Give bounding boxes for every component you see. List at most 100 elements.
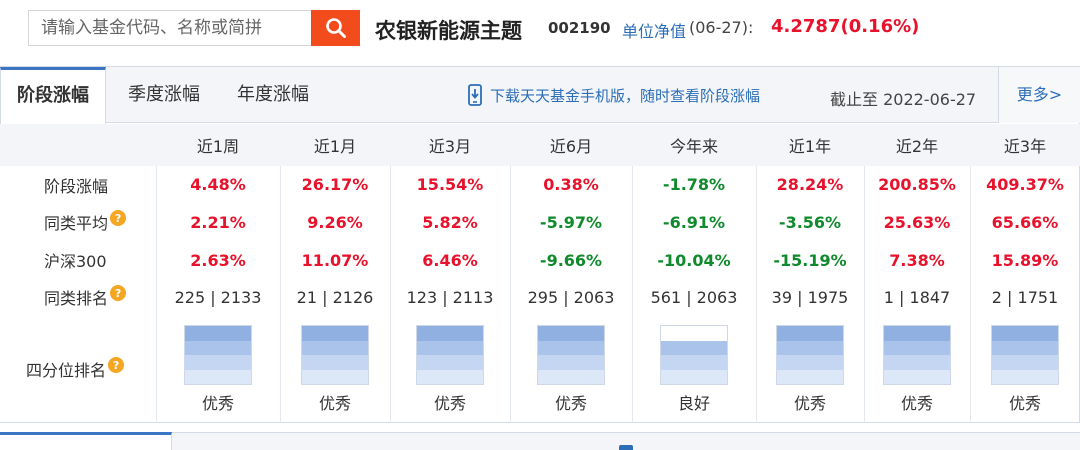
quartile-segment	[417, 355, 483, 370]
return-cell: 15.54%	[416, 175, 484, 194]
rank-cell: 39 | 1975	[771, 287, 849, 307]
column-header: 今年来	[669, 137, 718, 156]
quartile-segment	[302, 340, 368, 355]
nav-change: (0.16%)	[840, 16, 920, 37]
question-icon[interactable]: ?	[108, 357, 125, 373]
quartile-label: 优秀	[201, 394, 234, 413]
quartile-segment	[884, 369, 950, 384]
quartile-bar	[660, 325, 728, 385]
return-cell: 28.24%	[776, 175, 844, 194]
quartile-segment	[185, 369, 251, 384]
return-cell: -3.56%	[778, 212, 842, 232]
fund-code: 002190	[548, 19, 611, 37]
rank-cell: 225 | 2133	[174, 287, 262, 307]
more-link[interactable]: 更多>	[998, 67, 1080, 123]
return-cell: 11.07%	[301, 250, 369, 270]
quartile-label: 优秀	[554, 394, 587, 413]
deadline-date: 截止至 2022-06-27	[830, 90, 977, 109]
quartile-segment	[777, 355, 843, 370]
row-label-text: 同类排名	[44, 289, 109, 308]
rank-cell: 561 | 2063	[650, 287, 738, 307]
tab-bar: 阶段涨幅 季度涨幅 年度涨幅 下载天天基金手机版，随时查看阶段涨幅 截止至 20…	[0, 67, 1080, 124]
row-label: 阶段涨幅	[0, 166, 156, 203]
column-header: 近3年	[1003, 137, 1047, 156]
return-cell: 409.37%	[986, 175, 1064, 194]
table-row: 同类平均? 2.21% 9.26% 5.82% -5.97% -6.91% -3.56% 25…	[0, 203, 1080, 241]
tab-stage-return[interactable]: 阶段涨幅	[0, 67, 106, 124]
quartile-segment	[417, 326, 483, 341]
return-cell: 7.38%	[889, 250, 945, 270]
search-button[interactable]	[311, 10, 360, 46]
next-panel-active-tab[interactable]	[0, 432, 172, 450]
quartile-label: 优秀	[433, 394, 466, 413]
return-cell: -9.66%	[539, 250, 603, 270]
quartile-segment	[185, 355, 251, 370]
quartile-segment	[538, 369, 604, 384]
quartile-label: 优秀	[793, 394, 826, 413]
quartile-segment	[661, 326, 727, 341]
rank-cell: 2 | 1751	[991, 287, 1059, 307]
return-cell: 200.85%	[878, 175, 956, 194]
rank-cell: 21 | 2126	[296, 287, 374, 307]
return-cell: 0.38%	[543, 175, 599, 194]
quartile-segment	[185, 326, 251, 341]
quartile-bar	[991, 325, 1059, 385]
nav-value: 4.2787(0.16%)	[771, 16, 919, 37]
quartile-bar	[883, 325, 951, 385]
quartile-bar	[776, 325, 844, 385]
return-cell: 9.26%	[307, 212, 363, 232]
row-label: 四分位排名?	[0, 315, 156, 423]
quartile-segment	[992, 355, 1058, 370]
quartile-segment	[777, 340, 843, 355]
fund-header: 农银新能源主题 002190 单位净值 (06-27): 4.2787(0.16…	[0, 0, 1080, 58]
row-label-text: 同类平均	[44, 214, 109, 233]
search-input[interactable]	[29, 11, 311, 45]
quartile-bar	[537, 325, 605, 385]
nav-value-number: 4.2787	[771, 16, 841, 37]
return-cell: -10.04%	[657, 250, 731, 270]
download-app-text: 下载天天基金手机版，随时查看阶段涨幅	[490, 86, 761, 105]
table-header-row: 近1周 近1月 近3月 近6月 今年来 近1年 近2年 近3年	[0, 124, 1080, 166]
tab-quarterly-return[interactable]: 季度涨幅	[128, 67, 200, 123]
quartile-segment	[538, 355, 604, 370]
return-cell: -5.97%	[539, 212, 603, 232]
row-label: 沪深300	[0, 241, 156, 279]
return-cell: -6.91%	[662, 212, 726, 232]
quartile-segment	[185, 340, 251, 355]
quartile-segment	[538, 340, 604, 355]
quartile-segment	[417, 340, 483, 355]
question-icon[interactable]: ?	[110, 285, 127, 301]
question-icon[interactable]: ?	[110, 210, 127, 226]
next-panel-icon	[619, 445, 633, 450]
return-cell: -15.19%	[773, 250, 847, 270]
return-cell: 15.89%	[991, 250, 1059, 270]
quartile-bar	[416, 325, 484, 385]
return-cell: 4.48%	[190, 175, 246, 194]
return-cell: 25.63%	[883, 212, 951, 232]
rank-cell: 295 | 2063	[527, 287, 615, 307]
return-cell: 5.82%	[422, 212, 478, 232]
quartile-label: 优秀	[318, 394, 351, 413]
return-cell: 2.21%	[190, 212, 246, 232]
quartile-segment	[884, 326, 950, 341]
return-cell: -1.78%	[662, 175, 726, 194]
quartile-segment	[777, 369, 843, 384]
row-label-text: 沪深300	[44, 252, 107, 271]
tab-annual-return[interactable]: 年度涨幅	[237, 67, 309, 123]
nav-label-link[interactable]: 单位净值	[622, 18, 686, 42]
quartile-segment	[992, 340, 1058, 355]
row-label: 同类排名?	[0, 279, 156, 315]
nav-date: (06-27):	[689, 18, 754, 37]
quartile-segment	[884, 355, 950, 370]
download-app-link[interactable]: 下载天天基金手机版，随时查看阶段涨幅	[468, 83, 760, 107]
quartile-bar	[184, 325, 252, 385]
return-cell: 65.66%	[991, 212, 1059, 232]
search-icon	[325, 18, 346, 38]
quartile-label: 优秀	[900, 394, 933, 413]
search-box	[28, 10, 360, 46]
table-row: 阶段涨幅 4.48% 26.17% 15.54% 0.38% -1.78% 28.24% 20…	[0, 166, 1080, 203]
column-header: 近2年	[895, 137, 939, 156]
table-row: 同类排名? 225 | 2133 21 | 2126 123 | 2113 295 | …	[0, 279, 1080, 315]
column-header: 近1周	[196, 137, 240, 156]
quartile-segment	[992, 369, 1058, 384]
